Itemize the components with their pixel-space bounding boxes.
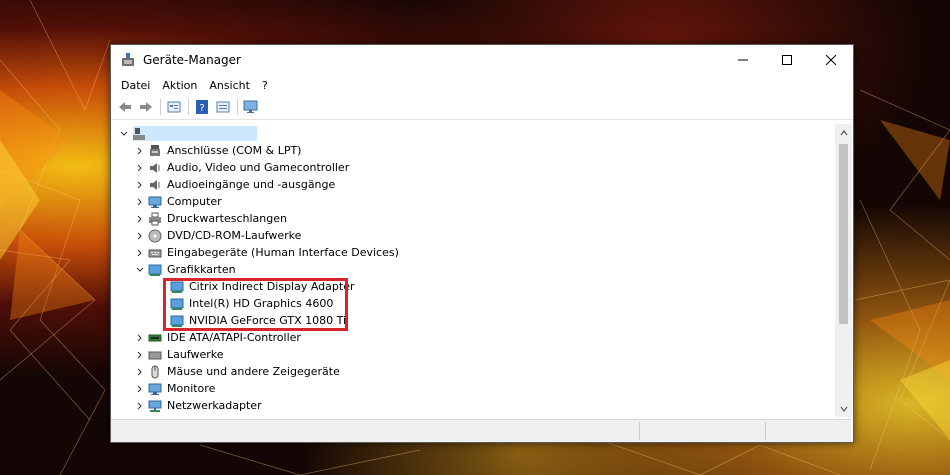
scrollbar-thumb[interactable] [839,144,848,324]
chevron-down-icon [840,406,847,412]
menu-datei[interactable]: Datei [115,79,156,92]
scroll-up-button[interactable] [835,124,852,141]
toolbar-separator [188,99,189,115]
menu-help[interactable]: ? [256,79,274,92]
tree-category[interactable]: Laufwerke [133,346,224,363]
tree-category[interactable]: DVD/CD-ROM-Laufwerke [133,227,301,244]
tree-category-label: Audioeingänge und -ausgänge [167,178,336,191]
root-selection [133,126,257,141]
computer-icon [147,194,163,210]
chevron-right-icon[interactable] [133,346,147,363]
tree-category[interactable]: Computer [133,193,222,210]
back-icon [119,102,131,112]
device-manager-window: Geräte-Manager Datei Aktion Ansicht ? ? [110,44,854,443]
tree-category-label: Mäuse und andere Zeigegeräte [167,365,340,378]
tree-category-label: Monitore [167,382,216,395]
minimize-button[interactable] [721,45,765,75]
forward-icon [140,102,152,112]
disc-drive-icon [147,228,163,244]
monitor-scan-icon [243,100,258,113]
help-icon: ? [196,100,208,114]
chevron-right-icon[interactable] [133,176,147,193]
properties-button[interactable] [164,97,184,117]
svg-text:?: ? [199,103,204,114]
tree-category[interactable]: Eingabegeräte (Human Interface Devices) [133,244,399,261]
tree-category-label: DVD/CD-ROM-Laufwerke [167,229,302,242]
tree-category-label: Druckwarteschlangen [167,212,287,225]
chevron-right-icon[interactable] [133,159,147,176]
speaker-icon [147,160,163,176]
ide-controller-icon [147,330,163,346]
chevron-right-icon[interactable] [133,380,147,397]
window-title: Geräte-Manager [143,53,241,67]
chevron-right-icon[interactable] [133,363,147,380]
tree-category[interactable]: Audio, Video und Gamecontroller [133,159,349,176]
device-tree: Anschlüsse (COM & LPT) Audio, Video und … [111,124,835,417]
tree-category-label: Laufwerke [167,348,224,361]
mouse-icon [147,364,163,380]
close-icon [826,55,836,65]
help-button[interactable]: ? [192,97,212,117]
back-button[interactable] [115,97,135,117]
status-bar [111,419,851,442]
chevron-right-icon[interactable] [133,244,147,261]
forward-button[interactable] [136,97,156,117]
speaker-icon [147,177,163,193]
update-driver-icon [216,101,230,113]
menu-bar: Datei Aktion Ansicht ? [111,75,853,95]
tree-root[interactable] [117,125,151,142]
chevron-right-icon[interactable] [133,210,147,227]
minimize-icon [738,59,748,61]
tree-category-label: Computer [167,195,222,208]
status-separator [639,422,640,440]
scroll-down-button[interactable] [835,400,852,417]
tree-category-label: Eingabegeräte (Human Interface Devices) [167,246,399,259]
port-icon [147,143,163,159]
tree-category-label: Netzwerkadapter [167,399,262,412]
chevron-down-icon[interactable] [117,125,131,142]
computer-root-icon [131,126,147,142]
properties-icon [167,101,181,113]
tree-category-label: Grafikkarten [167,263,236,276]
chevron-right-icon[interactable] [133,329,147,346]
tree-category[interactable]: Druckwarteschlangen [133,210,287,227]
vertical-scrollbar[interactable] [835,124,852,417]
tree-category[interactable]: Monitore [133,380,215,397]
close-button[interactable] [809,45,853,75]
toolbar-separator [160,99,161,115]
title-bar[interactable]: Geräte-Manager [111,45,853,75]
update-driver-button[interactable] [213,97,233,117]
hid-icon [147,245,163,261]
device-manager-icon [122,53,134,66]
red-highlight-box [163,278,348,331]
tree-category-expanded[interactable]: Grafikkarten [133,261,236,278]
menu-ansicht[interactable]: Ansicht [203,79,256,92]
chevron-right-icon[interactable] [133,142,147,159]
display-adapter-icon [147,262,163,278]
status-separator [765,422,766,440]
chevron-up-icon [840,129,847,135]
tree-category-label: Anschlüsse (COM & LPT) [167,144,302,157]
maximize-button[interactable] [765,45,809,75]
monitor-icon [147,381,163,397]
printer-icon [147,211,163,227]
chevron-down-icon[interactable] [133,261,147,278]
toolbar-separator [237,99,238,115]
network-adapter-icon [147,398,163,414]
chevron-right-icon[interactable] [133,193,147,210]
scan-hardware-button[interactable] [241,97,261,117]
tree-category[interactable]: Netzwerkadapter [133,397,262,414]
menu-aktion[interactable]: Aktion [156,79,203,92]
tree-category[interactable]: Anschlüsse (COM & LPT) [133,142,301,159]
tree-category-label: Audio, Video und Gamecontroller [167,161,350,174]
chevron-right-icon[interactable] [133,397,147,414]
tree-category[interactable]: Mäuse und andere Zeigegeräte [133,363,340,380]
chevron-right-icon[interactable] [133,227,147,244]
tree-category[interactable]: IDE ATA/ATAPI-Controller [133,329,301,346]
tree-category-label: IDE ATA/ATAPI-Controller [167,331,301,344]
tree-category[interactable]: Audioeingänge und -ausgänge [133,176,335,193]
maximize-icon [782,55,792,65]
toolbar: ? [111,95,853,120]
drive-icon [147,347,163,363]
